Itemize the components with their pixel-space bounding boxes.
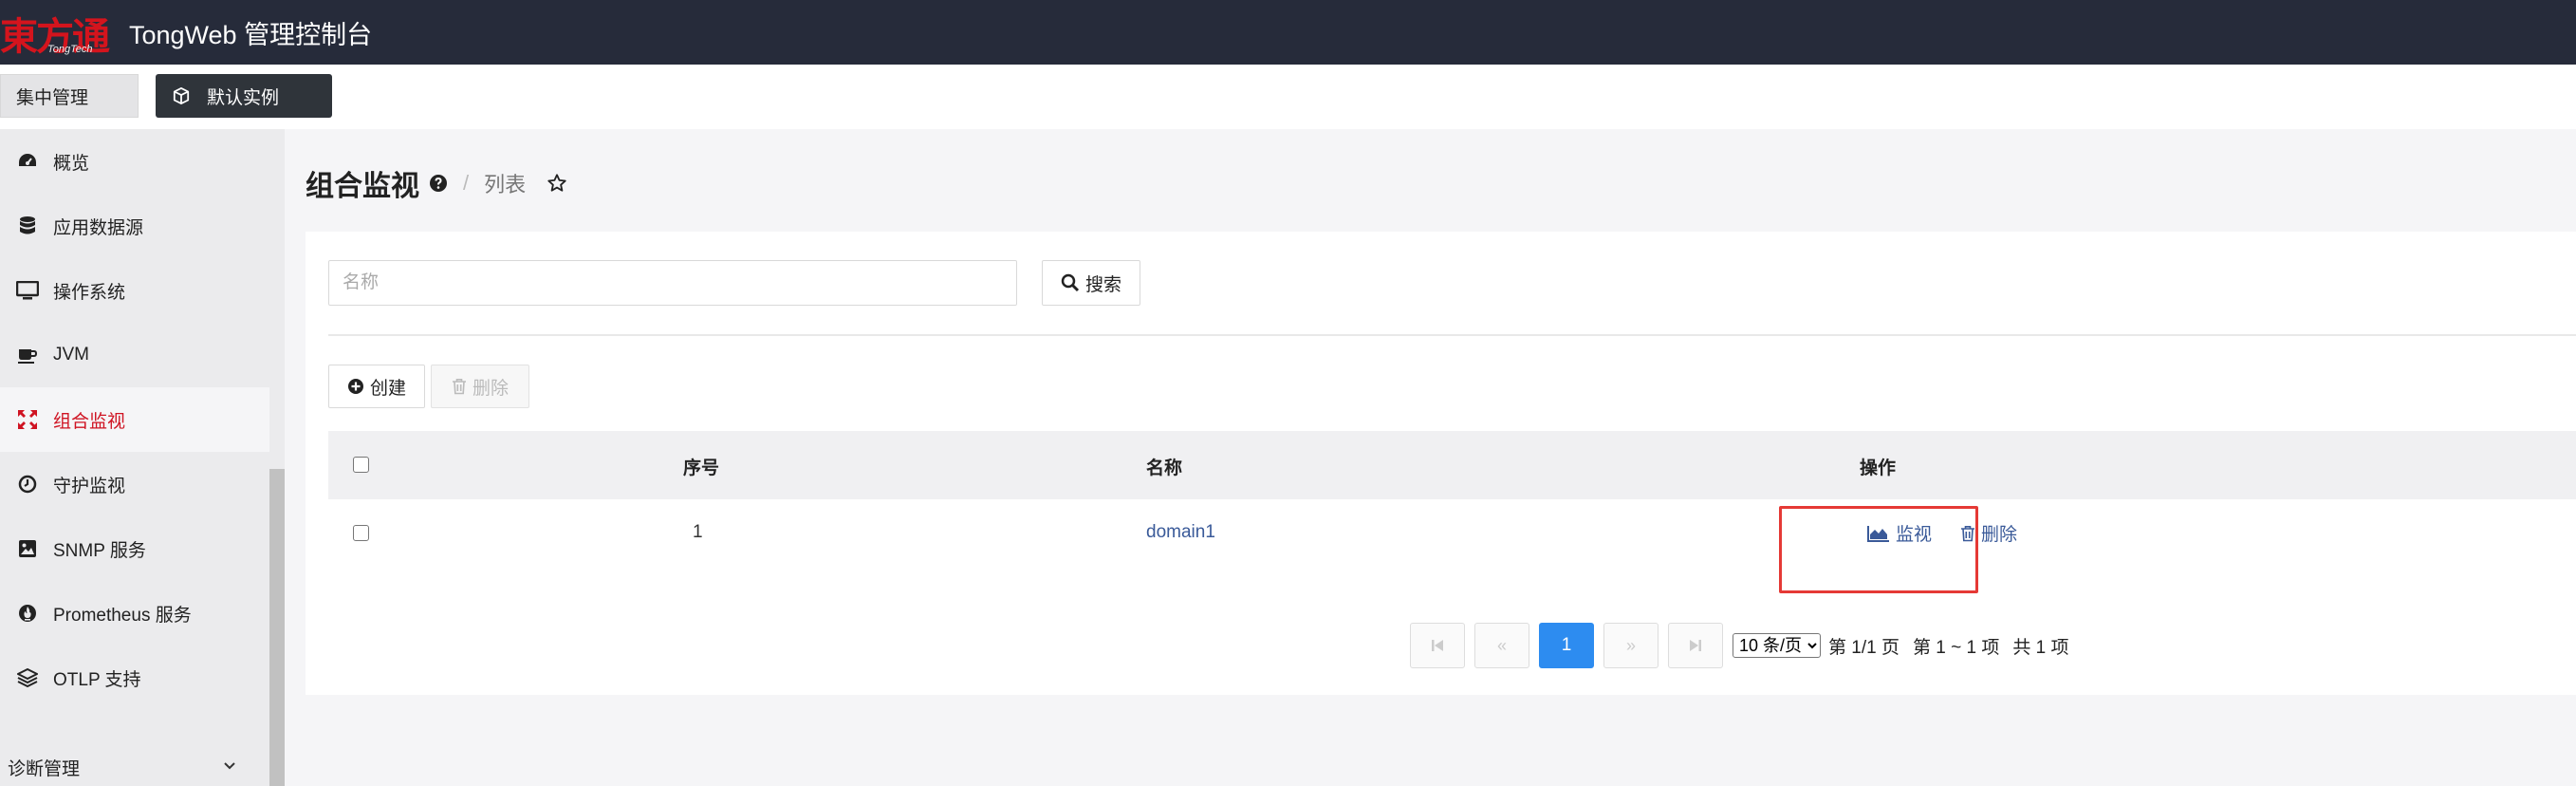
sidebar-item-overview[interactable]: 概览	[0, 129, 269, 194]
create-button-label: 创建	[369, 378, 406, 399]
sidebar: 概览 应用数据源 操作系统 JVM 组合监视 守护监视 SNMP 服务 Prom…	[0, 129, 285, 786]
page-info: 第 1/1 页	[1828, 637, 1900, 658]
central-management-button[interactable]: 集中管理	[0, 74, 139, 118]
prev-page-button[interactable]: «	[1474, 623, 1529, 668]
image-icon	[15, 538, 40, 559]
sidebar-item-jvm[interactable]: JVM	[0, 323, 269, 387]
current-page-button[interactable]: 1	[1539, 623, 1594, 668]
sidebar-item-combined-monitor[interactable]: 组合监视	[0, 387, 269, 452]
sidebar-scrollbar[interactable]	[269, 469, 285, 786]
divider	[328, 334, 2576, 336]
sidebar-item-snmp[interactable]: SNMP 服务	[0, 516, 269, 581]
help-icon[interactable]	[429, 174, 448, 193]
select-all-checkbox[interactable]	[353, 457, 369, 473]
range-info: 第 1 ~ 1 项	[1912, 637, 2000, 658]
trash-icon	[452, 379, 466, 395]
last-page-button[interactable]	[1668, 623, 1723, 668]
column-header-name[interactable]: 名称	[1146, 454, 1182, 479]
star-icon[interactable]	[547, 173, 567, 194]
layers-icon	[15, 667, 40, 688]
sidebar-item-label: 操作系统	[53, 282, 126, 303]
default-instance-label: 默认实例	[207, 87, 280, 108]
clock-icon	[15, 474, 40, 495]
top-header: 東方通 TongTech TongWeb 管理控制台	[0, 0, 2576, 65]
instance-bar: 集中管理 默认实例	[0, 65, 2576, 129]
app-title: TongWeb 管理控制台	[129, 21, 373, 49]
search-icon	[1061, 273, 1080, 292]
sidebar-item-app-datasource[interactable]: 应用数据源	[0, 194, 269, 258]
database-icon	[15, 215, 40, 236]
search-button[interactable]: 搜索	[1042, 260, 1140, 306]
sidebar-item-label: SNMP 服务	[53, 540, 146, 561]
sidebar-item-label: 组合监视	[53, 411, 126, 432]
sidebar-item-label: 应用数据源	[53, 217, 144, 238]
sidebar-item-label: JVM	[53, 345, 89, 365]
delete-button[interactable]: 删除	[431, 365, 529, 408]
sidebar-item-label: Prometheus 服务	[53, 605, 192, 626]
create-button[interactable]: 创建	[328, 365, 425, 408]
pagination: « 1 » 10 条/页 第 1/1 页 第 1 ~ 1 项 共 1 项	[1410, 623, 2068, 668]
sidebar-item-guard-monitor[interactable]: 守护监视	[0, 452, 269, 516]
highlight-box	[1779, 506, 1978, 593]
default-instance-button[interactable]: 默认实例	[156, 74, 332, 118]
delete-action-label: 删除	[1981, 525, 2018, 545]
dashboard-icon	[15, 151, 40, 172]
column-header-index[interactable]: 序号	[683, 454, 719, 479]
first-page-button[interactable]	[1410, 623, 1465, 668]
row-index: 1	[693, 522, 703, 542]
chevron-down-icon	[224, 762, 235, 770]
delete-button-label: 删除	[472, 378, 509, 399]
sidebar-item-label: OTLP 支持	[53, 669, 141, 690]
breadcrumb-separator: /	[463, 171, 470, 195]
table-row: 1 domain1 监视 删除	[328, 499, 2576, 568]
sidebar-item-label: 概览	[53, 153, 90, 174]
page-size-select[interactable]: 10 条/页	[1733, 633, 1821, 658]
search-input[interactable]	[328, 260, 1017, 306]
brand-logo: 東方通 TongTech	[0, 6, 112, 59]
logo-english: TongTech	[47, 44, 93, 55]
last-page-icon	[1690, 640, 1701, 651]
fire-icon	[15, 603, 40, 624]
plus-circle-icon	[347, 379, 363, 394]
next-page-button[interactable]: »	[1603, 623, 1659, 668]
page-header: 组合监视 / 列表	[306, 159, 567, 207]
row-name-link[interactable]: domain1	[1146, 522, 1215, 543]
table-header: 序号 名称 操作	[328, 431, 2576, 499]
expand-arrows-icon	[15, 409, 40, 430]
sidebar-item-label: 守护监视	[53, 476, 126, 496]
breadcrumb: 列表	[484, 173, 527, 196]
sidebar-group-diagnostics[interactable]: 诊断管理	[0, 748, 269, 786]
coffee-icon	[15, 345, 40, 365]
search-button-label: 搜索	[1084, 274, 1121, 295]
column-header-actions: 操作	[1860, 458, 1897, 478]
monitor-icon	[15, 280, 40, 301]
sidebar-item-prometheus[interactable]: Prometheus 服务	[0, 581, 269, 646]
total-info: 共 1 项	[2012, 637, 2069, 658]
cube-icon	[173, 87, 190, 104]
first-page-icon	[1432, 640, 1443, 651]
sidebar-item-otlp[interactable]: OTLP 支持	[0, 646, 269, 710]
row-checkbox[interactable]	[353, 525, 369, 541]
sidebar-item-os[interactable]: 操作系统	[0, 258, 269, 323]
sidebar-group-label: 诊断管理	[8, 758, 81, 779]
page-title: 组合监视	[306, 171, 419, 202]
